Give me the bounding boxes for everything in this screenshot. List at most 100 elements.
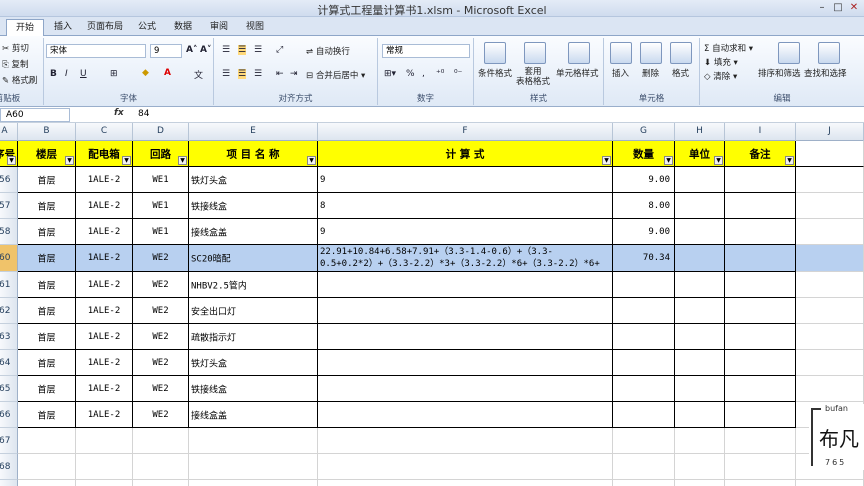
cell-c[interactable]: 1ALE-2 [76, 376, 133, 402]
tab-home[interactable]: 开始 [6, 19, 44, 36]
cell-g[interactable] [613, 298, 675, 324]
tab-data[interactable]: 数据 [168, 19, 198, 36]
align-middle-icon[interactable]: ☰ [238, 45, 247, 55]
header-cell-a[interactable]: 序号▼ [0, 141, 18, 167]
cell-c[interactable] [76, 480, 133, 486]
row-header[interactable]: 57 [0, 193, 18, 219]
filter-dropdown-icon[interactable]: ▼ [65, 156, 74, 165]
tab-insert[interactable]: 插入 [48, 19, 78, 36]
cell-f[interactable] [318, 350, 613, 376]
percent-icon[interactable]: % [406, 69, 415, 79]
underline-icon[interactable]: U [80, 69, 87, 79]
row-header[interactable]: 66 [0, 402, 18, 428]
cell-e[interactable]: 铁灯头盒 [189, 167, 318, 193]
row-header[interactable]: 62 [0, 298, 18, 324]
cell-i[interactable] [725, 245, 796, 272]
cell-c[interactable]: 1ALE-2 [76, 245, 133, 272]
cell-d[interactable]: WE2 [133, 402, 189, 428]
bold-icon[interactable]: B [50, 69, 57, 79]
decrease-indent-icon[interactable]: ⇤ [276, 69, 284, 79]
cell-i[interactable] [725, 272, 796, 298]
cell-d[interactable]: WE2 [133, 324, 189, 350]
cell-i[interactable] [725, 454, 796, 480]
cell-c[interactable]: 1ALE-2 [76, 350, 133, 376]
copy-button[interactable]: ⎘ 复制 [2, 58, 29, 70]
cell-h[interactable] [675, 480, 725, 486]
tab-page-layout[interactable]: 页面布局 [84, 19, 126, 36]
cell-g[interactable] [613, 402, 675, 428]
cell-f[interactable]: 9 [318, 167, 613, 193]
cell-f[interactable] [318, 480, 613, 486]
filter-dropdown-icon[interactable]: ▼ [178, 156, 187, 165]
increase-indent-icon[interactable]: ⇥ [290, 69, 298, 79]
cell-g[interactable]: 70.34 [613, 245, 675, 272]
cell-d[interactable]: WE2 [133, 298, 189, 324]
row-header[interactable]: 58 [0, 219, 18, 245]
cell-f[interactable] [318, 454, 613, 480]
header-cell-d[interactable]: 回路 ▼ [133, 141, 189, 167]
cell-c[interactable]: 1ALE-2 [76, 193, 133, 219]
phonetic-icon[interactable]: 文 [194, 68, 203, 81]
cell-h[interactable] [675, 376, 725, 402]
cell-b[interactable]: 首层 [18, 193, 76, 219]
cell-f[interactable]: 22.91+10.84+6.58+7.91+（3.3-1.4-0.6）+（3.3… [318, 245, 613, 272]
tab-formulas[interactable]: 公式 [132, 19, 162, 36]
currency-icon[interactable]: ⊞▾ [384, 69, 396, 79]
cell-d[interactable]: WE2 [133, 272, 189, 298]
cell-f[interactable]: 9 [318, 219, 613, 245]
cell-c[interactable] [76, 428, 133, 454]
align-right-icon[interactable]: ☰ [254, 69, 262, 79]
cell-h[interactable] [675, 350, 725, 376]
cell-i[interactable] [725, 167, 796, 193]
cell-g[interactable] [613, 428, 675, 454]
cell-e[interactable] [189, 428, 318, 454]
filter-dropdown-icon[interactable]: ▼ [664, 156, 673, 165]
cell-j[interactable] [796, 219, 864, 245]
table-format-icon[interactable] [524, 42, 546, 64]
row-header[interactable]: 63 [0, 324, 18, 350]
cell-b[interactable]: 首层 [18, 219, 76, 245]
conditional-format-button[interactable]: 条件格式 [478, 67, 512, 79]
cell-i[interactable] [725, 480, 796, 486]
font-color-icon[interactable]: A [164, 68, 171, 78]
cell-h[interactable] [675, 402, 725, 428]
cell-e[interactable]: NHBV2.5管内 [189, 272, 318, 298]
cell-c[interactable]: 1ALE-2 [76, 324, 133, 350]
cell-j[interactable] [796, 324, 864, 350]
border-icon[interactable]: ⊞ [110, 69, 118, 79]
cell-g[interactable] [613, 324, 675, 350]
cell-e[interactable]: 铁接线盒 [189, 193, 318, 219]
cell-c[interactable]: 1ALE-2 [76, 298, 133, 324]
column-header[interactable]: J [796, 123, 864, 141]
filter-dropdown-icon[interactable]: ▼ [785, 156, 794, 165]
cell-b[interactable]: 首层 [18, 245, 76, 272]
header-cell-g[interactable]: 数量 ▼ [613, 141, 675, 167]
cell-i[interactable] [725, 298, 796, 324]
cell-g[interactable] [613, 454, 675, 480]
cell-d[interactable] [133, 428, 189, 454]
cell-j[interactable] [796, 245, 864, 272]
conditional-format-icon[interactable] [484, 42, 506, 64]
cell-h[interactable] [675, 167, 725, 193]
cell-e[interactable]: SC20暗配 [189, 245, 318, 272]
orientation-icon[interactable]: ⤢ [276, 45, 283, 55]
cell-e[interactable]: 安全出口灯 [189, 298, 318, 324]
cell-e[interactable] [189, 454, 318, 480]
cell-j[interactable] [796, 272, 864, 298]
row-header[interactable]: 56 [0, 167, 18, 193]
clear-button[interactable]: ◇ 清除 ▾ [704, 70, 737, 82]
align-left-icon[interactable]: ☰ [222, 69, 230, 79]
cell-g[interactable]: 9.00 [613, 167, 675, 193]
cell-f[interactable] [318, 428, 613, 454]
maximize-icon[interactable]: □ [830, 1, 846, 14]
cell-g[interactable] [613, 272, 675, 298]
row-header[interactable]: 60 [0, 245, 18, 272]
cell-b[interactable] [18, 454, 76, 480]
cell-d[interactable]: WE1 [133, 167, 189, 193]
header-cell-c[interactable]: 配电箱 ▼ [76, 141, 133, 167]
wrap-text-button[interactable]: ⇌ 自动换行 [306, 45, 350, 57]
cell-d[interactable]: WE2 [133, 245, 189, 272]
delete-cells-icon[interactable] [640, 42, 662, 64]
header-cell-b[interactable]: 楼层 ▼ [18, 141, 76, 167]
cell-h[interactable] [675, 245, 725, 272]
